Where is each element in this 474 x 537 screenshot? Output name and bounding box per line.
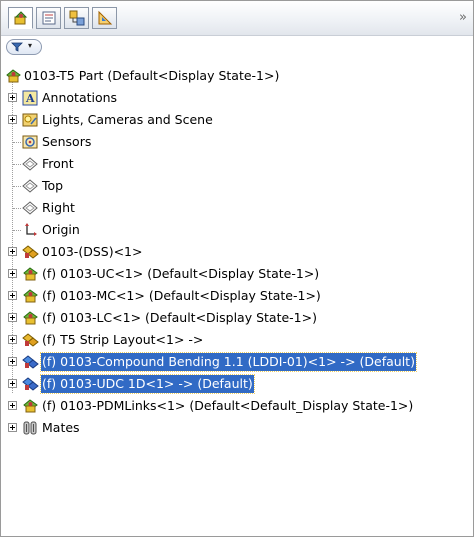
svg-text:A: A <box>25 92 35 105</box>
filter-row: ▾ <box>1 36 473 56</box>
part-icon <box>23 289 38 303</box>
tree-connector-line <box>12 79 13 393</box>
mates-icon <box>23 421 37 435</box>
dimxpert-manager-icon <box>98 10 113 25</box>
part-icon <box>23 399 38 413</box>
tab-property-manager[interactable] <box>36 7 61 29</box>
annotations-icon: A <box>22 90 38 106</box>
plane-icon <box>22 157 38 171</box>
sensors-icon <box>22 135 38 149</box>
assembly-icon <box>22 245 39 259</box>
tree-root-label: 0103-T5 Part (Default<Display State-1>) <box>24 68 280 83</box>
assembly-blue-icon <box>22 377 39 391</box>
plane-icon <box>22 201 38 215</box>
expand-icon[interactable] <box>8 379 17 388</box>
feature-manager-icon <box>14 11 28 25</box>
expand-icon[interactable] <box>8 247 17 256</box>
origin-icon <box>25 223 37 236</box>
configuration-manager-icon <box>69 10 85 26</box>
part-root-icon <box>6 69 21 83</box>
part-icon <box>23 311 38 325</box>
expand-icon[interactable] <box>8 115 17 124</box>
assembly-blue-icon <box>22 355 39 369</box>
expand-icon[interactable] <box>8 313 17 322</box>
feature-manager-panel: » ▾ 0103-T5 Part (Default<Display State-… <box>0 0 474 537</box>
expand-icon[interactable] <box>8 291 17 300</box>
tab-dimxpert-manager[interactable] <box>92 7 117 29</box>
expand-icon[interactable] <box>8 269 17 278</box>
tree-filter-button[interactable]: ▾ <box>6 39 42 55</box>
tab-configuration-manager[interactable] <box>64 7 89 29</box>
plane-icon <box>22 179 38 193</box>
expand-icon[interactable] <box>8 335 17 344</box>
expand-icon[interactable] <box>8 423 17 432</box>
more-tabs-chevron-icon[interactable]: » <box>459 10 467 25</box>
tab-feature-manager[interactable] <box>8 7 33 29</box>
part-icon <box>23 267 38 281</box>
filter-icon <box>11 42 23 52</box>
filter-dropdown-icon: ▾ <box>28 41 33 50</box>
expand-icon[interactable] <box>8 401 17 410</box>
expand-icon[interactable] <box>8 357 17 366</box>
assembly-icon <box>22 333 39 347</box>
lights-icon <box>22 113 38 127</box>
panel-tab-bar: » <box>1 1 473 36</box>
expand-icon[interactable] <box>8 93 17 102</box>
property-manager-icon <box>42 11 56 25</box>
